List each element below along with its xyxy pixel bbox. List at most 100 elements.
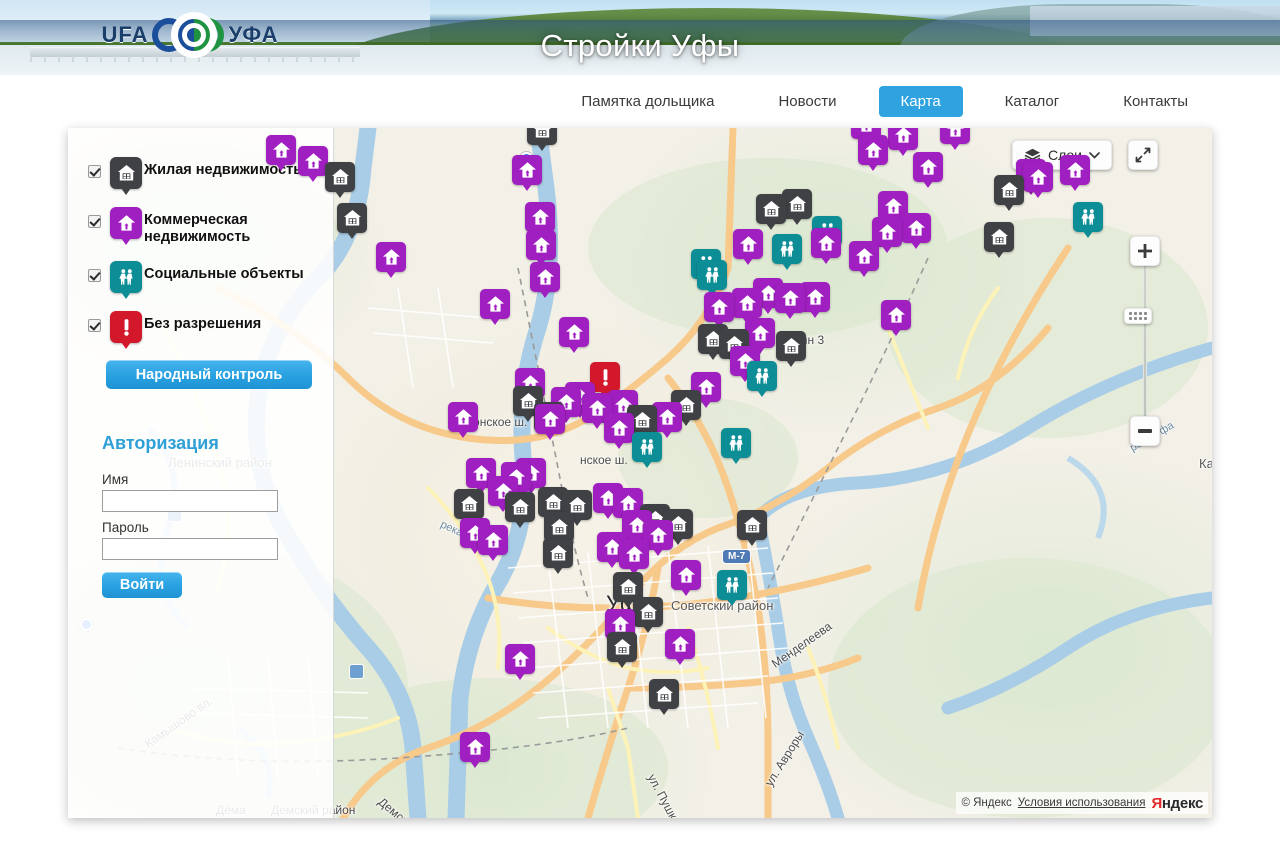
map-marker[interactable] <box>325 162 355 198</box>
map-marker[interactable] <box>632 432 662 468</box>
map-marker[interactable] <box>984 222 1014 258</box>
zoom-slider-handle[interactable] <box>1124 308 1152 324</box>
minus-icon <box>1138 429 1152 433</box>
map-marker[interactable] <box>776 331 806 367</box>
page-root: UFA УФА Стройки Уфы Памятка дольщика Ново… <box>0 0 1280 843</box>
map-marker[interactable] <box>460 732 490 768</box>
zoom-out-button[interactable] <box>1130 416 1160 446</box>
map-marker[interactable] <box>721 428 751 464</box>
map-marker[interactable] <box>737 510 767 546</box>
legend-row-3[interactable]: Без разрешения <box>88 310 311 349</box>
login-button[interactable]: Войти <box>102 572 182 598</box>
map-marker[interactable] <box>543 538 573 574</box>
map-marker[interactable] <box>480 289 510 325</box>
map-marker[interactable] <box>505 644 535 680</box>
nav-item-3[interactable]: Каталог <box>983 86 1082 117</box>
residential-house-icon <box>110 157 142 195</box>
map-marker[interactable] <box>454 489 484 525</box>
map-canvas[interactable]: Бакин 3МиловкаЗатонское ш.нское ш.Ленинс… <box>68 128 1212 818</box>
fullscreen-button[interactable] <box>1128 140 1158 170</box>
map-marker[interactable] <box>782 189 812 225</box>
yandex-logo[interactable]: Яндекс <box>1151 795 1203 812</box>
map-marker[interactable] <box>881 300 911 336</box>
map-marker[interactable] <box>717 570 747 606</box>
people-icon <box>110 261 142 299</box>
map-marker[interactable] <box>732 288 762 324</box>
page-title: Стройки Уфы <box>540 28 740 63</box>
zoom-slider-rail[interactable] <box>1143 250 1147 440</box>
map-marker[interactable] <box>901 213 931 249</box>
map-marker[interactable] <box>526 230 556 266</box>
legend-checkbox-0[interactable] <box>88 165 101 178</box>
map-marker[interactable] <box>849 241 879 277</box>
map-marker[interactable] <box>775 283 805 319</box>
map-marker[interactable] <box>512 155 542 191</box>
map-marker[interactable] <box>604 413 634 449</box>
zoom-in-button[interactable] <box>1130 236 1160 266</box>
map-label-10: Советский район <box>671 598 774 613</box>
legend-checkbox-3[interactable] <box>88 319 101 332</box>
map-marker[interactable] <box>633 597 663 633</box>
map-marker[interactable] <box>649 679 679 715</box>
map-marker[interactable] <box>940 128 970 150</box>
map-marker[interactable] <box>772 234 802 270</box>
name-input[interactable] <box>102 490 278 512</box>
password-field-label: Пароль <box>102 520 149 535</box>
yandex-logo-r: Я <box>1151 794 1162 812</box>
nav-item-1[interactable]: Новости <box>756 86 858 117</box>
terms-link[interactable]: Условия использования <box>1018 797 1146 809</box>
map-marker[interactable] <box>448 402 478 438</box>
map-marker[interactable] <box>527 128 557 151</box>
map-marker[interactable] <box>535 404 565 440</box>
nav-item-2[interactable]: Карта <box>878 86 963 117</box>
nav-item-0[interactable]: Памятка дольщика <box>559 86 736 117</box>
map-marker[interactable] <box>733 229 763 265</box>
password-input[interactable] <box>102 538 278 560</box>
map-marker[interactable] <box>530 262 560 298</box>
legend-pin-1 <box>110 206 144 245</box>
map-marker[interactable] <box>337 203 367 239</box>
road-shield-21: М-7 <box>723 550 751 563</box>
map-marker[interactable] <box>266 135 296 171</box>
map-marker[interactable] <box>619 539 649 575</box>
map-attribution: © Яндекс Условия использования Яндекс <box>956 792 1208 814</box>
map-marker[interactable] <box>1060 155 1090 191</box>
map-marker[interactable] <box>671 560 701 596</box>
map-marker[interactable] <box>298 146 328 182</box>
public-control-button[interactable]: Народный контроль <box>106 360 312 389</box>
map-marker[interactable] <box>747 361 777 397</box>
map-marker[interactable] <box>505 492 535 528</box>
legend-label-3: Без разрешения <box>144 316 262 332</box>
map-marker[interactable] <box>913 152 943 188</box>
map-marker[interactable] <box>1073 202 1103 238</box>
map-marker[interactable] <box>704 292 734 328</box>
name-field-label: Имя <box>102 472 129 487</box>
legend-list: Жилая недвижимость Коммерческая недвижимо… <box>88 156 311 349</box>
map-marker[interactable] <box>478 525 508 561</box>
map-marker[interactable] <box>745 318 775 354</box>
legend-row-2[interactable]: Социальные объекты <box>88 260 311 299</box>
legend-row-1[interactable]: Коммерческая недвижимость <box>88 206 311 246</box>
map-marker[interactable] <box>858 135 888 171</box>
map-marker[interactable] <box>525 202 555 238</box>
map-marker[interactable] <box>811 228 841 264</box>
nav-item-4[interactable]: Контакты <box>1101 86 1210 117</box>
map-marker[interactable] <box>697 260 727 296</box>
map-marker[interactable] <box>756 194 786 230</box>
commercial-house-icon <box>110 207 142 245</box>
legend-label-1: Коммерческая недвижимость <box>144 212 251 245</box>
map-marker[interactable] <box>888 128 918 156</box>
legend-pin-2 <box>110 260 144 299</box>
map-marker[interactable] <box>665 629 695 665</box>
map-marker[interactable] <box>559 317 589 353</box>
legend-checkbox-2[interactable] <box>88 269 101 282</box>
map-poi-marker[interactable] <box>350 665 363 678</box>
map-label-3: нское ш. <box>580 453 628 467</box>
map-marker[interactable] <box>376 242 406 278</box>
map-marker[interactable] <box>994 175 1024 211</box>
map-label-5: Калининский <box>1199 456 1212 471</box>
chevron-down-icon <box>1089 151 1100 159</box>
legend-checkbox-1[interactable] <box>88 215 101 228</box>
map-marker[interactable] <box>607 632 637 668</box>
map-marker[interactable] <box>1023 162 1053 198</box>
